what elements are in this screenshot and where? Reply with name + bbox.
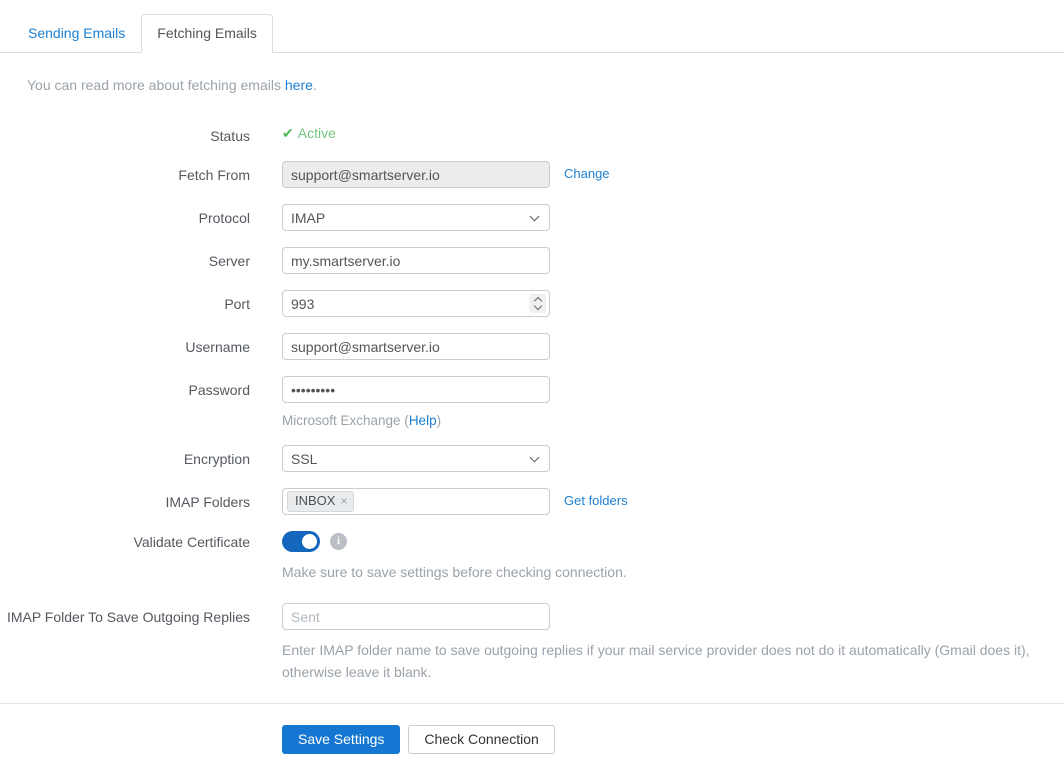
- fetching-emails-form: Status ✔Active Fetch From Change Protoco…: [0, 122, 1064, 683]
- protocol-select[interactable]: IMAP: [282, 204, 550, 231]
- exchange-hint: Microsoft Exchange (Help): [282, 412, 550, 429]
- validate-certificate-label: Validate Certificate: [133, 534, 250, 550]
- info-icon: i: [330, 533, 347, 550]
- encryption-row: Encryption SSL: [0, 445, 1064, 472]
- tab-fetching-emails[interactable]: Fetching Emails: [141, 14, 273, 53]
- port-row: Port: [0, 290, 1064, 317]
- status-row: Status ✔ Active: [0, 122, 1064, 145]
- username-input[interactable]: [282, 333, 550, 360]
- save-settings-button[interactable]: Save Settings: [282, 725, 401, 754]
- server-row: Server: [0, 247, 1064, 274]
- encryption-label: Encryption: [183, 451, 250, 467]
- protocol-row: Protocol IMAP: [0, 204, 1064, 231]
- change-link[interactable]: Change: [564, 166, 610, 181]
- toggle-knob: [302, 534, 317, 549]
- footer-buttons: Save Settings Check Connection: [282, 725, 1064, 754]
- protocol-selected-value: IMAP: [291, 209, 326, 226]
- chevron-down-icon: [529, 211, 540, 221]
- fetch-from-row: Fetch From Change: [0, 161, 1064, 188]
- validate-certificate-toggle[interactable]: [282, 531, 320, 552]
- folder-chip: INBOX ×: [287, 491, 355, 512]
- intro-text-before: You can read more about fetching emails: [27, 77, 285, 93]
- encryption-selected-value: SSL: [291, 450, 318, 467]
- chevron-down-icon: [529, 452, 540, 462]
- status-label: Status: [210, 128, 250, 144]
- server-label: Server: [208, 253, 250, 269]
- remove-chip-icon[interactable]: ×: [340, 493, 347, 509]
- imap-folders-row: IMAP Folders INBOX × Get folders: [0, 488, 1064, 515]
- outgoing-replies-input[interactable]: [282, 603, 550, 630]
- stepper-down-icon[interactable]: [533, 301, 542, 311]
- settings-tabbar: Sending Emails Fetching Emails: [0, 14, 1064, 53]
- outgoing-replies-help: Enter IMAP folder name to save outgoing …: [282, 642, 1030, 680]
- check-connection-button[interactable]: Check Connection: [408, 725, 555, 754]
- username-label: Username: [185, 339, 250, 355]
- get-folders-link[interactable]: Get folders: [564, 493, 628, 508]
- intro-text-after: .: [312, 77, 317, 93]
- encryption-select[interactable]: SSL: [282, 445, 550, 472]
- password-row: Password Microsoft Exchange (Help): [0, 376, 1064, 429]
- password-label: Password: [188, 382, 250, 398]
- port-input[interactable]: [282, 290, 550, 317]
- number-stepper[interactable]: [529, 294, 546, 313]
- exchange-hint-before: Microsoft Exchange (: [282, 413, 409, 428]
- exchange-hint-after: ): [436, 413, 442, 428]
- server-input[interactable]: [282, 247, 550, 274]
- fetch-from-label: Fetch From: [178, 167, 250, 183]
- intro-text: You can read more about fetching emails …: [27, 77, 1064, 94]
- status-value: ✔ Active: [282, 122, 336, 145]
- imap-folders-input[interactable]: INBOX ×: [282, 488, 550, 515]
- read-more-link[interactable]: here: [285, 77, 313, 93]
- validate-certificate-row: Validate Certificate i Make sure to save…: [0, 531, 1064, 583]
- folder-chip-label: INBOX: [295, 493, 336, 508]
- footer-divider: [0, 703, 1064, 704]
- protocol-label: Protocol: [198, 210, 250, 226]
- help-link[interactable]: Help: [409, 413, 437, 428]
- save-before-check-note: Make sure to save settings before checki…: [282, 564, 627, 580]
- check-icon: ✔: [282, 125, 294, 141]
- status-text: Active: [297, 125, 336, 141]
- fetch-from-input: [282, 161, 550, 188]
- outgoing-replies-row: IMAP Folder To Save Outgoing Replies Ent…: [0, 603, 1064, 683]
- password-input[interactable]: [282, 376, 550, 403]
- port-label: Port: [224, 296, 250, 312]
- tab-sending-emails[interactable]: Sending Emails: [12, 14, 141, 53]
- username-row: Username: [0, 333, 1064, 360]
- outgoing-replies-label: IMAP Folder To Save Outgoing Replies: [6, 609, 250, 625]
- imap-folders-label: IMAP Folders: [165, 494, 250, 510]
